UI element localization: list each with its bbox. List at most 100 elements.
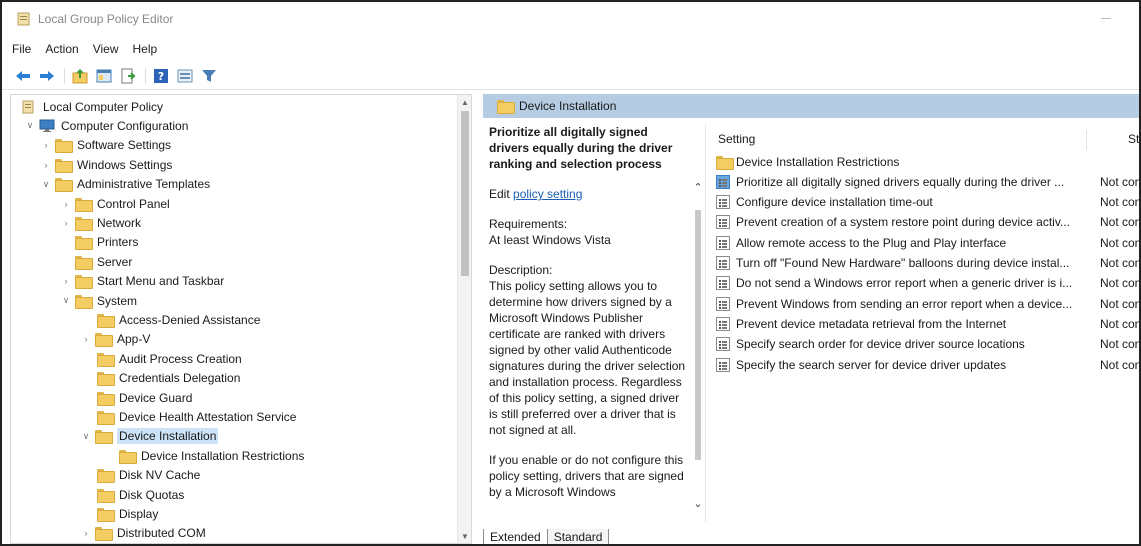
title-bar: Local Group Policy Editor [2,2,1139,36]
scroll-thumb[interactable] [461,111,469,276]
folder-icon [119,449,137,464]
folder-icon [75,216,93,231]
tree-item[interactable]: › Windows Settings [41,155,172,174]
chevron-down-icon[interactable]: ∨ [25,120,35,131]
chevron-down-icon[interactable]: ∨ [81,431,91,441]
view-icon[interactable] [176,67,194,85]
extended-description: Prioritize all digitally signed drivers … [489,124,689,522]
export-list-icon[interactable] [119,67,137,85]
tree-item[interactable]: ∨ System [61,291,137,310]
tree-item[interactable]: › Distributed COM [81,524,206,543]
chevron-down-icon[interactable]: ∨ [41,179,51,189]
console-tree[interactable]: Local Computer Policy ∨ Computer Configura… [10,94,472,544]
computer-icon [39,119,55,133]
tree-item-label: App-V [117,332,151,347]
tree-item[interactable]: Printers [61,233,138,252]
list-item[interactable]: Device Installation Restrictions [716,152,1139,171]
menu-help[interactable]: Help [133,42,158,56]
list-item[interactable]: Specify search order for device driver s… [716,335,1139,354]
menu-view[interactable]: View [93,42,119,56]
description-scrollbar[interactable]: ⌃ ⌄ [692,180,704,520]
tree-item[interactable]: Server [61,252,132,271]
tree-item[interactable]: › App-V [81,330,150,349]
policy-setting-icon [716,276,730,291]
list-item[interactable]: Prevent creation of a system restore poi… [716,213,1139,232]
list-item[interactable]: Do not send a Windows error report when … [716,274,1139,293]
chevron-right-icon[interactable]: › [81,528,91,538]
tree-item[interactable]: Local Computer Policy [11,97,163,116]
tree-item[interactable]: Audit Process Creation [83,349,242,368]
chevron-right-icon[interactable]: › [41,140,51,150]
policy-title: Prioritize all digitally signed drivers … [489,125,673,171]
list-item[interactable]: Allow remote access to the Plug and Play… [716,233,1139,252]
tree-item[interactable]: ∨ Computer Configuration [25,116,189,135]
tree-item[interactable]: › Control Panel [61,194,170,213]
column-state[interactable]: St [1128,132,1139,146]
tree-item[interactable]: ∨ Device Installation [81,427,219,446]
list-item[interactable]: Prevent device metadata retrieval from t… [716,314,1139,333]
policy-setting-icon [716,256,730,270]
folder-icon [97,410,115,425]
description-more: If you enable or do not configure this p… [489,453,684,499]
window-title: Local Group Policy Editor [38,12,174,26]
up-folder-icon[interactable] [71,67,89,85]
chevron-down-icon[interactable]: ∨ [61,295,71,306]
filter-icon[interactable] [200,67,218,85]
show-hide-tree-icon[interactable] [95,67,113,85]
tree-item[interactable]: Device Guard [83,388,192,407]
tree-item[interactable]: Access-Denied Assistance [83,310,260,329]
tree-item[interactable]: Disk Quotas [83,485,184,504]
folder-icon [75,236,93,251]
tab-standard[interactable]: Standard [546,529,610,544]
tree-item[interactable]: ∨ Administrative Templates [41,175,210,194]
scroll-down-icon[interactable]: ⌄ [692,496,704,510]
tree-item-label: Display [119,506,159,521]
tree-item[interactable]: › Software Settings [41,136,171,155]
menu-file[interactable]: File [12,42,31,56]
setting-state: Not con [1100,296,1139,311]
tree-item-label: Computer Configuration [61,118,189,133]
setting-name: Prioritize all digitally signed drivers … [736,174,1065,189]
back-arrow-icon[interactable] [14,67,32,85]
column-divider[interactable] [1086,130,1087,150]
menu-action[interactable]: Action [45,42,78,56]
folder-icon [97,488,115,503]
scroll-up-icon[interactable]: ▲ [458,95,471,109]
tree-item[interactable]: Device Health Attestation Service [83,407,296,426]
policy-setting-link[interactable]: policy setting [513,187,582,201]
chevron-right-icon[interactable]: › [41,160,51,170]
list-item[interactable]: Prevent Windows from sending an error re… [716,294,1139,313]
help-icon[interactable]: ? [152,67,170,85]
tree-item[interactable]: › Start Menu and Taskbar [61,272,224,291]
description-label: Description: [489,263,553,277]
chevron-right-icon[interactable]: › [61,218,71,228]
tree-item-label: Distributed COM [117,526,206,541]
chevron-right-icon[interactable]: › [61,199,71,209]
tab-extended[interactable]: Extended [483,529,548,544]
column-setting[interactable]: Setting [718,132,755,146]
folder-icon [95,430,113,445]
tree-item-label: Disk Quotas [119,487,185,502]
folder-icon [75,255,93,270]
folder-icon [97,391,115,406]
list-item[interactable]: Prioritize all digitally signed drivers … [716,172,1139,191]
setting-name: Configure device installation time-out [736,195,933,210]
tree-item[interactable]: Device Installation Restrictions [105,446,304,465]
scroll-thumb[interactable] [695,210,701,460]
tree-item[interactable]: Disk NV Cache [83,466,200,485]
chevron-right-icon[interactable]: › [61,276,71,286]
tree-item[interactable]: Credentials Delegation [83,369,240,388]
forward-arrow-icon[interactable] [38,67,56,85]
scroll-down-icon[interactable]: ▼ [458,529,471,543]
list-item[interactable]: Turn off "Found New Hardware" balloons d… [716,254,1139,273]
minimize-button[interactable] [1101,18,1111,19]
tree-item[interactable]: › Network [61,213,141,232]
scroll-up-icon[interactable]: ⌃ [692,180,704,194]
chevron-right-icon[interactable]: › [81,334,91,344]
list-item[interactable]: Configure device installation time-out No… [716,193,1139,212]
list-item[interactable]: Specify the search server for device dri… [716,355,1139,374]
list-header: Setting St [706,130,1139,150]
tree-scrollbar[interactable]: ▲ ▼ [457,95,471,543]
toolbar: ? [2,62,1139,90]
tree-item[interactable]: Display [83,504,158,523]
